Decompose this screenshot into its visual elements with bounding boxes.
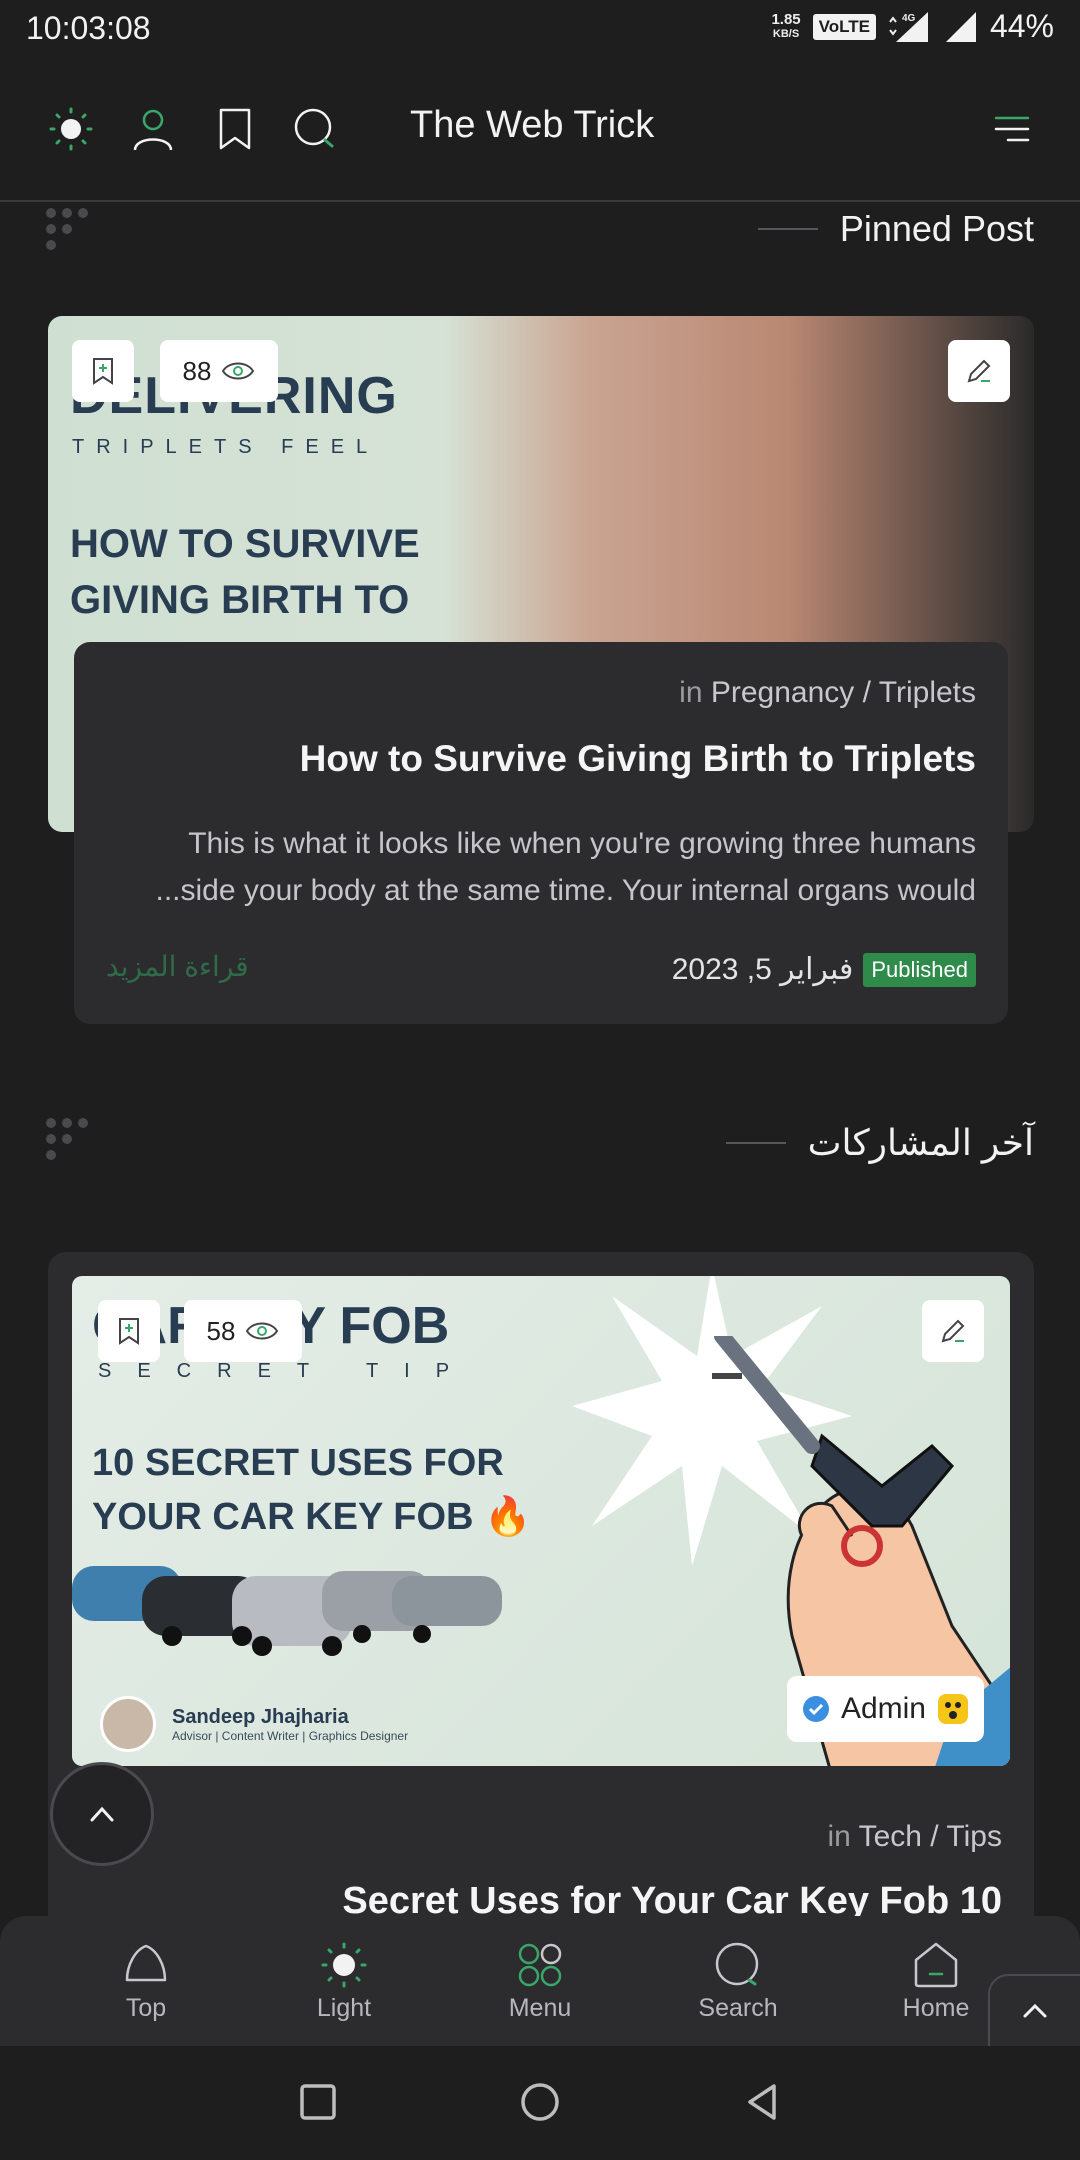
image-text-line: TRIPLETS FEEL [72,436,380,458]
nav-label: Light [316,1994,372,2022]
emoji-icon [938,1694,968,1724]
image-author-name: Sandeep Jhajharia [172,1705,349,1728]
image-author: Sandeep Jhajharia Advisor | Content Writ… [100,1696,408,1752]
bookmark-plus-icon [119,1318,139,1345]
author-badge-label: Admin [840,1692,926,1725]
image-headline: HOW TO SURVIVE GIVING BIRTH TO [70,516,420,628]
user-icon[interactable] [130,106,176,152]
system-navigation-bar [0,2046,1080,2160]
view-count-value: 58 [206,1315,236,1346]
grid-icon [518,1943,562,1987]
speed-unit: KB/S [772,27,800,40]
image-text-line: YOUR CAR KEY FOB 🔥 [92,1496,532,1538]
excerpt-line: ...side your body at the same time. Your… [155,874,976,907]
image-text-line: GIVING BIRTH TO [70,578,410,622]
post-excerpt: This is what it looks like when you're g… [116,820,976,914]
recents-icon[interactable] [294,2078,342,2126]
pinned-post-card[interactable]: in Pregnancy / Triplets How to Survive G… [74,642,1008,1024]
nav-home[interactable]: Home [866,1940,1006,2023]
bottom-navigation: Top Light Menu Search Home [0,1916,1080,2046]
verified-icon [802,1696,829,1722]
category-prefix: in [679,676,703,709]
category-link[interactable]: Tech / Tips [859,1820,1002,1853]
network-type: 4G [902,13,916,24]
pinned-section-heading: Pinned Post [757,208,1034,250]
add-bookmark-button[interactable] [98,1300,160,1362]
post-category[interactable]: in Pregnancy / Triplets [679,676,976,710]
heading-divider [757,228,818,230]
nav-label: Home [902,1994,970,2022]
chevron-up-icon [1023,2003,1047,2018]
home-button-icon[interactable] [516,2078,564,2126]
eye-icon [246,1322,279,1340]
avatar [100,1696,156,1752]
scroll-up-button[interactable] [988,1974,1080,2046]
post-title[interactable]: How to Survive Giving Birth to Triplets [300,738,976,780]
pencil-icon [941,1319,965,1343]
pinned-section-title: Pinned Post [839,208,1034,249]
sun-icon [321,1942,367,1988]
status-badge: Published [863,952,976,987]
latest-post-image[interactable]: CAR KEY FOB SECRET TIP 10 SECRET USES FO… [72,1276,1010,1766]
nav-light[interactable]: Light [274,1940,414,2023]
signal-4g-icon: 4G [889,11,928,42]
category-link[interactable]: Pregnancy / Triplets [711,676,976,709]
bookmark-plus-icon [93,358,113,385]
home-icon [914,1942,958,1988]
decorative-dots-icon [46,1118,98,1170]
status-icons: 1.85 KB/S VoLTE 4G 44% [771,8,1054,45]
view-count: 58 [184,1300,302,1362]
nav-label: Top [125,1994,167,2022]
site-title[interactable]: The Web Trick [410,104,654,147]
speed-value: 1.85 [771,10,801,28]
app-header: The Web Trick [0,56,1080,202]
add-bookmark-button[interactable] [72,340,134,402]
latest-post-card[interactable]: CAR KEY FOB SECRET TIP 10 SECRET USES FO… [48,1252,1034,2012]
read-more-link[interactable]: قراءة المزيد [106,950,249,983]
chevron-up-icon [90,1806,114,1822]
eye-icon [222,362,255,380]
back-icon[interactable] [738,2078,786,2126]
edit-post-button[interactable] [948,340,1010,402]
post-date: فبراير 5, 2023 [671,953,854,986]
menu-icon[interactable] [988,106,1034,152]
nav-label: Menu [508,1994,572,2022]
image-author-role: Advisor | Content Writer | Graphics Desi… [172,1728,409,1743]
cars-graphic [72,1566,502,1656]
view-count-value: 88 [182,355,212,386]
top-icon [125,1944,167,1982]
bookmark-icon[interactable] [212,106,258,152]
nav-label: Search [698,1994,778,2022]
author-badge[interactable]: Admin [786,1676,984,1742]
post-meta: فبراير 5, 2023 Published [672,952,976,987]
search-icon [715,1942,759,1986]
latest-section-title: آخر المشاركات [807,1122,1034,1163]
pencil-icon [967,359,991,383]
battery-level: 44% [989,8,1054,44]
latest-section-heading: آخر المشاركات [725,1122,1034,1164]
nav-top[interactable]: Top [76,1940,216,2023]
edit-post-button[interactable] [922,1300,984,1362]
sun-icon[interactable] [48,106,94,152]
status-time: 10:03:08 [26,10,151,46]
heading-divider [725,1142,786,1144]
image-text-line: HOW TO SURVIVE [70,522,420,566]
view-count: 88 [160,340,278,402]
volte-badge: VoLTE [812,13,876,40]
image-text-line: SECRET TIP [98,1360,476,1382]
excerpt-line: This is what it looks like when you're g… [188,827,976,860]
image-headline: 10 SECRET USES FOR YOUR CAR KEY FOB 🔥 [92,1436,531,1544]
back-to-top-button[interactable] [50,1762,154,1866]
nav-search[interactable]: Search [668,1940,808,2023]
search-icon[interactable] [292,106,338,152]
category-prefix: in [827,1820,851,1853]
post-category[interactable]: in Tech / Tips [827,1820,1002,1854]
network-speed: 1.85 KB/S [771,12,800,42]
status-bar: 10:03:08 1.85 KB/S VoLTE 4G 44% [0,0,1080,56]
nav-menu[interactable]: Menu [470,1940,610,2023]
image-text-line: 10 SECRET USES FOR [92,1442,504,1484]
decorative-dots-icon [46,208,98,260]
signal-icon [945,11,976,42]
